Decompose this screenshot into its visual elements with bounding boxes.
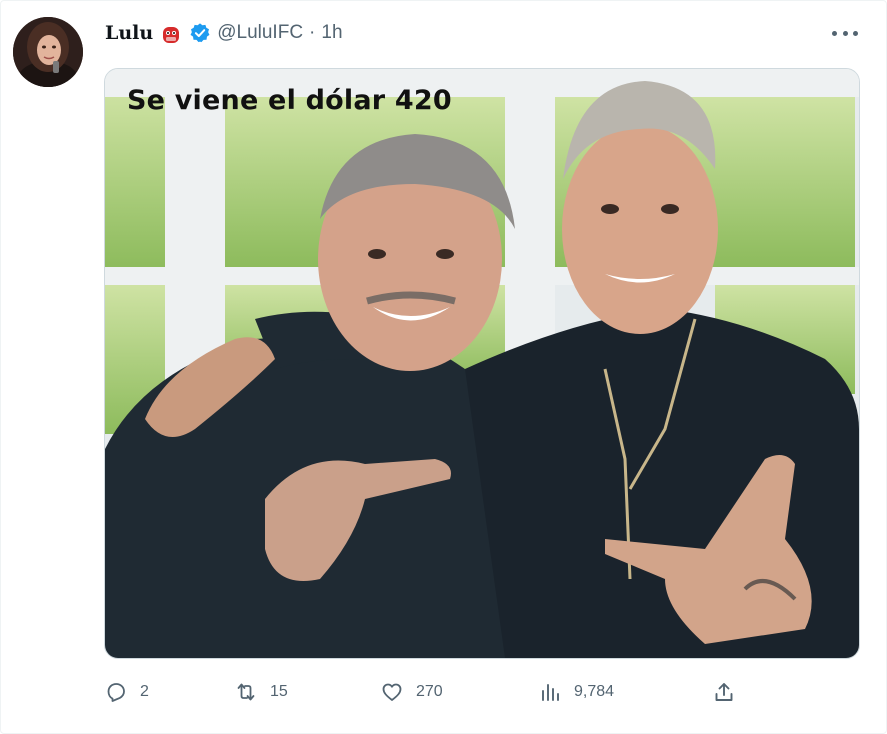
image-caption: Se viene el dólar 420 xyxy=(127,85,452,116)
like-icon xyxy=(382,683,402,701)
reply-count: 2 xyxy=(140,683,149,700)
reply-icon xyxy=(107,683,125,702)
tweet-image[interactable]: Se viene el dólar 420 xyxy=(104,68,860,659)
tweet-actions: 2 15 270 9,784 xyxy=(104,677,754,707)
tweet-header: Lulu @LuluIFC · 1h xyxy=(105,19,343,47)
like-button[interactable]: 270 xyxy=(380,677,443,707)
views-count: 9,784 xyxy=(574,683,615,700)
retweet-count: 15 xyxy=(270,683,288,700)
tweet-card[interactable]: Lulu @LuluIFC · 1h Se viene el dólar 420… xyxy=(0,0,887,734)
views-button[interactable]: 9,784 xyxy=(538,677,614,707)
share-button[interactable] xyxy=(712,677,736,707)
retweet-button[interactable]: 15 xyxy=(234,677,288,707)
views-icon xyxy=(542,684,559,701)
verified-badge-icon xyxy=(190,23,210,43)
avatar[interactable] xyxy=(13,17,83,87)
photo xyxy=(105,69,859,658)
like-count: 270 xyxy=(416,683,443,700)
ogre-mask-icon xyxy=(163,24,180,43)
timestamp[interactable]: 1h xyxy=(321,22,342,44)
retweet-icon xyxy=(237,683,255,701)
user-handle[interactable]: @LuluIFC xyxy=(217,22,303,44)
reply-button[interactable]: 2 xyxy=(104,677,149,707)
separator-dot: · xyxy=(309,22,316,43)
more-icon[interactable] xyxy=(832,23,858,43)
share-icon xyxy=(715,683,733,701)
display-name[interactable]: Lulu xyxy=(105,22,153,44)
